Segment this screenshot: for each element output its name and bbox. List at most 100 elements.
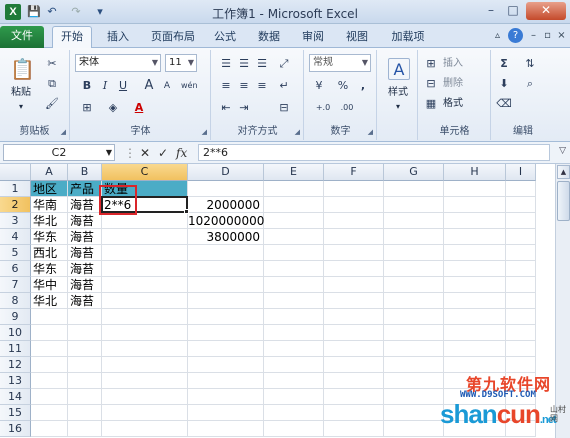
fill-color-icon[interactable]: ◈ — [105, 100, 121, 116]
format-painter-icon[interactable]: 🖌 — [44, 96, 60, 112]
grow-font-icon[interactable]: A — [141, 78, 157, 94]
tab-home[interactable]: 开始 — [52, 26, 92, 48]
row-header-14[interactable]: 14 — [0, 389, 31, 405]
row-header-2[interactable]: 2 — [0, 197, 31, 213]
insert-function-icon[interactable]: fx — [176, 145, 187, 161]
percent-style-button[interactable]: % — [335, 78, 351, 94]
close-button[interactable]: ✕ — [526, 2, 566, 20]
row-header-4[interactable]: 4 — [0, 229, 31, 245]
sort-filter-icon[interactable]: ⇅ — [522, 56, 538, 72]
insert-button[interactable]: 插入 — [439, 57, 467, 71]
column-header-a[interactable]: A — [31, 164, 68, 181]
cell-d2[interactable]: 2000000 — [188, 197, 263, 212]
help-icon[interactable]: ? — [508, 28, 523, 43]
styles-icon[interactable]: A — [388, 58, 410, 80]
cell-b3[interactable]: 海苔 — [68, 213, 101, 228]
format-button[interactable]: 格式 — [439, 97, 467, 111]
chevron-down-icon[interactable]: ▾ — [380, 100, 416, 114]
autosum-icon[interactable]: Σ — [496, 56, 512, 72]
row-header-15[interactable]: 15 — [0, 405, 31, 421]
comma-style-button[interactable]: , — [355, 78, 371, 94]
tab-formulas[interactable]: 公式 — [208, 27, 242, 48]
column-header-b[interactable]: B — [68, 164, 102, 181]
select-all-corner[interactable] — [0, 164, 31, 181]
italic-button[interactable]: I — [97, 78, 113, 94]
row-header-5[interactable]: 5 — [0, 245, 31, 261]
tab-page-layout[interactable]: 页面布局 — [144, 27, 202, 48]
align-top-icon[interactable]: ☰ — [218, 56, 234, 72]
row-header-7[interactable]: 7 — [0, 277, 31, 293]
find-select-icon[interactable]: ⌕ — [522, 76, 538, 92]
cell-b4[interactable]: 海苔 — [68, 229, 101, 244]
column-header-i[interactable]: I — [506, 164, 536, 181]
cell-a4[interactable]: 华东 — [31, 229, 67, 244]
fill-icon[interactable]: ⬇ — [496, 76, 512, 92]
paste-button[interactable]: 粘贴 — [4, 86, 38, 100]
row-header-1[interactable]: 1 — [0, 181, 31, 197]
cell-d4[interactable]: 3800000 — [188, 229, 263, 244]
delete-button[interactable]: 删除 — [439, 77, 467, 91]
cell-b8[interactable]: 海苔 — [68, 293, 101, 308]
cell-b5[interactable]: 海苔 — [68, 245, 101, 260]
paste-dropdown-icon[interactable]: ▾ — [4, 100, 38, 114]
column-header-f[interactable]: F — [324, 164, 384, 181]
increase-indent-icon[interactable]: ⇥ — [236, 100, 252, 116]
expand-formula-bar-icon[interactable]: ▽ — [559, 146, 566, 156]
borders-icon[interactable]: ⊞ — [79, 100, 95, 116]
cell-b1[interactable]: 产品 — [68, 181, 101, 196]
clipboard-launcher-icon[interactable]: ◢ — [61, 128, 66, 136]
cell-a3[interactable]: 华北 — [31, 213, 67, 228]
tab-data[interactable]: 数据 — [252, 27, 286, 48]
workbook-restore-icon[interactable]: ▫ — [540, 28, 555, 43]
cell-a5[interactable]: 西北 — [31, 245, 67, 260]
copy-icon[interactable]: ⧉ — [44, 76, 60, 92]
row-header-12[interactable]: 12 — [0, 357, 31, 373]
cut-icon[interactable]: ✂ — [44, 56, 60, 72]
styles-button[interactable]: 样式 — [380, 86, 416, 100]
enter-entry-icon[interactable]: ✓ — [158, 145, 168, 161]
row-header-8[interactable]: 8 — [0, 293, 31, 309]
minimize-button[interactable]: – — [480, 2, 502, 20]
align-center-icon[interactable]: ≡ — [236, 78, 252, 94]
font-launcher-icon[interactable]: ◢ — [202, 128, 207, 136]
tab-file[interactable]: 文件 — [0, 26, 44, 48]
accounting-format-icon[interactable]: ¥ — [311, 78, 327, 94]
font-color-icon[interactable]: A — [131, 100, 147, 116]
bold-button[interactable]: B — [79, 78, 95, 94]
row-header-11[interactable]: 11 — [0, 341, 31, 357]
formula-bar-handle-icon[interactable]: ⋮ — [124, 145, 136, 161]
cell-d3[interactable]: 1020000000 — [188, 213, 264, 228]
cell-a1[interactable]: 地区 — [31, 181, 67, 196]
shrink-font-icon[interactable]: A — [159, 78, 175, 94]
align-right-icon[interactable]: ≡ — [254, 78, 270, 94]
align-bottom-icon[interactable]: ☰ — [254, 56, 270, 72]
clear-icon[interactable]: ⌫ — [496, 96, 512, 112]
font-name-combo[interactable]: 宋体 ▼ — [75, 54, 161, 72]
decrease-indent-icon[interactable]: ⇤ — [218, 100, 234, 116]
fill-handle[interactable] — [184, 209, 189, 214]
orientation-icon[interactable]: ⤢ — [276, 56, 292, 72]
formula-input[interactable]: 2**6 — [198, 144, 550, 161]
column-header-g[interactable]: G — [384, 164, 444, 181]
cell-a7[interactable]: 华中 — [31, 277, 67, 292]
minimize-ribbon-icon[interactable]: ▵ — [490, 28, 505, 43]
increase-decimal-icon[interactable]: +.0 — [315, 100, 331, 116]
underline-button[interactable]: U — [115, 78, 131, 94]
column-header-d[interactable]: D — [188, 164, 264, 181]
delete-cells-icon[interactable]: ⊟ — [423, 76, 439, 92]
row-header-16[interactable]: 16 — [0, 421, 31, 437]
format-cells-icon[interactable]: ▦ — [423, 96, 439, 112]
cancel-entry-icon[interactable]: ✕ — [140, 145, 150, 161]
name-box[interactable]: C2 ▼ — [3, 144, 115, 161]
row-header-3[interactable]: 3 — [0, 213, 31, 229]
wrap-text-icon[interactable]: ↵ — [276, 78, 292, 94]
phonetic-guide-icon[interactable]: wén — [181, 78, 198, 94]
workbook-close-icon[interactable]: × — [554, 28, 569, 43]
cell-a2[interactable]: 华南 — [31, 197, 67, 212]
tab-review[interactable]: 审阅 — [296, 27, 330, 48]
scroll-thumb[interactable] — [557, 181, 570, 221]
workbook-minimize-icon[interactable]: – — [526, 28, 541, 43]
row-header-6[interactable]: 6 — [0, 261, 31, 277]
cell-b6[interactable]: 海苔 — [68, 261, 101, 276]
cell-b2[interactable]: 海苔 — [68, 197, 101, 212]
